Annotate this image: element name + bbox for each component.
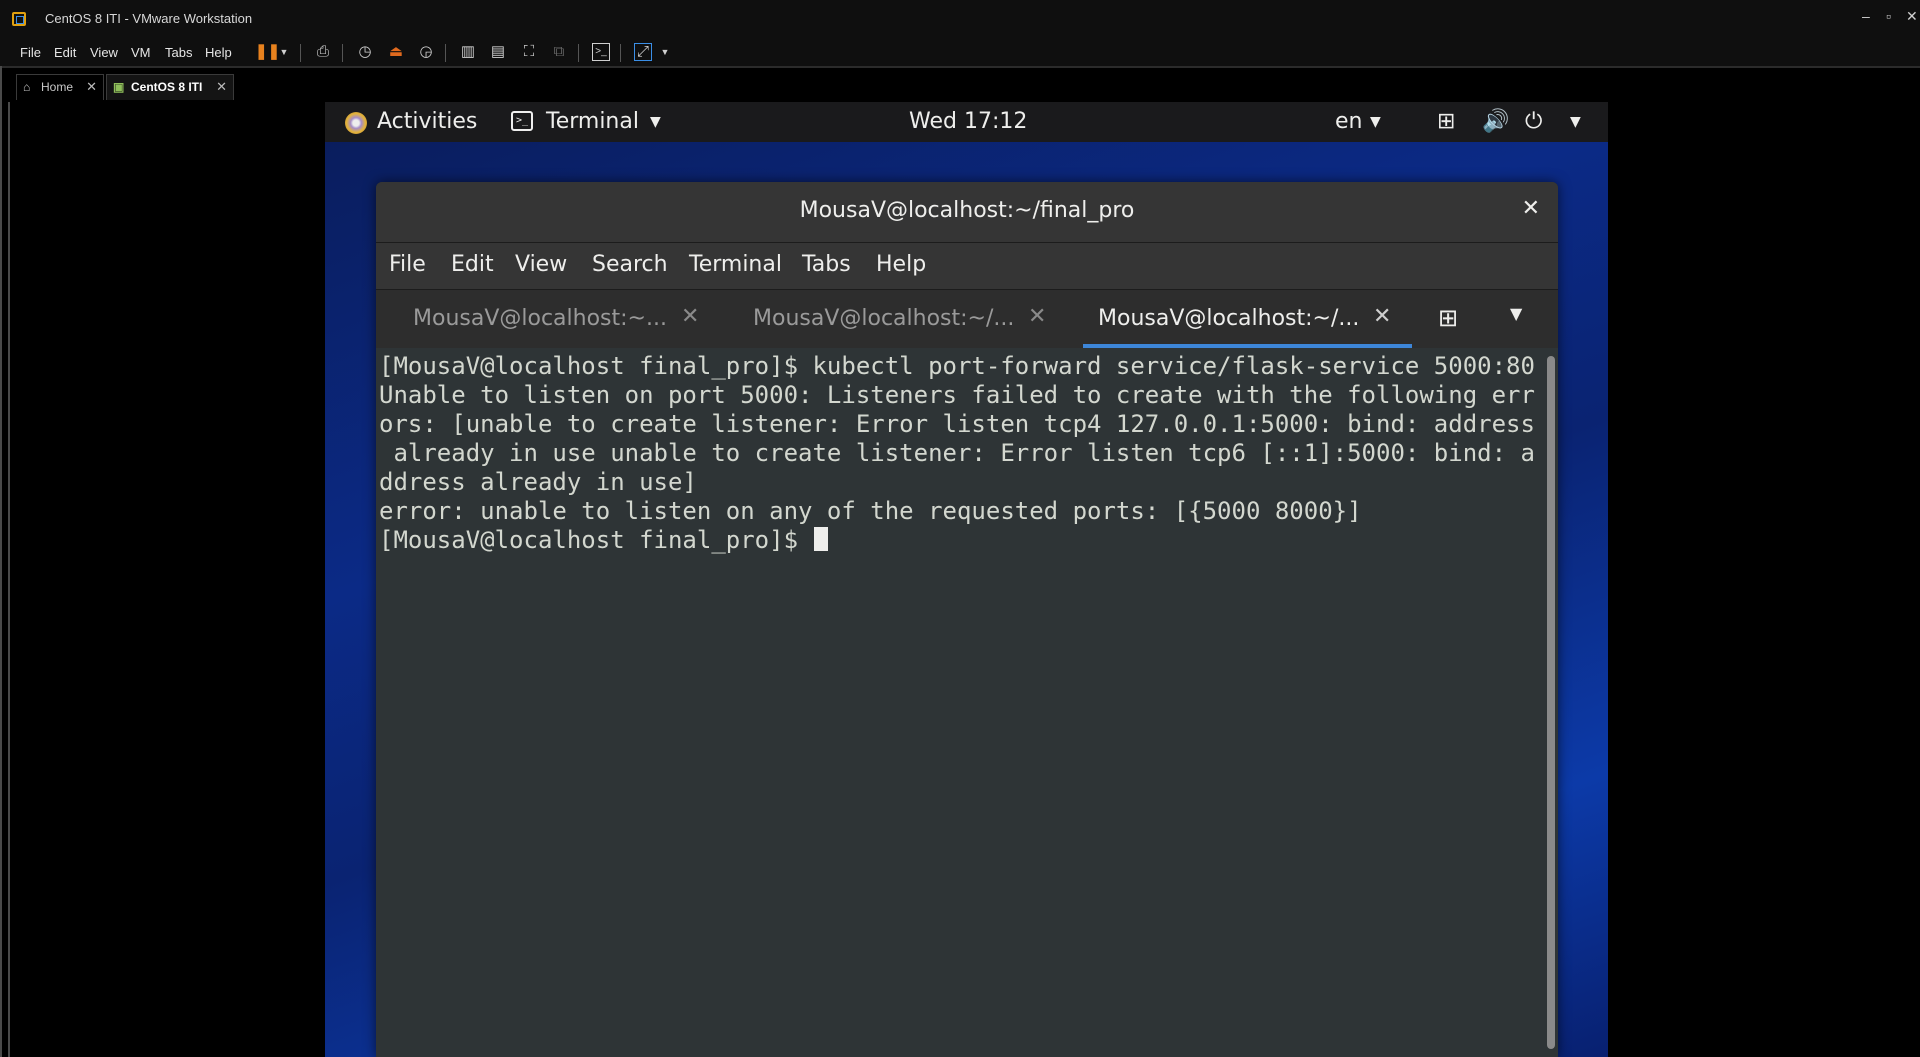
close-tab-icon[interactable]: ✕ xyxy=(681,304,699,329)
close-tab-icon[interactable]: ✕ xyxy=(216,75,227,99)
vmware-left-edge xyxy=(0,66,2,1057)
terminal-tab-3[interactable]: MousaV@localhost:~/... ✕ xyxy=(1098,290,1398,348)
guest-desktop[interactable]: Activities >_ Terminal ▼ Wed 17:12 en ▼ … xyxy=(325,102,1608,1057)
chevron-down-icon[interactable]: ▼ xyxy=(1510,304,1522,323)
terminal-menu-tabs[interactable]: Tabs xyxy=(802,252,851,277)
vmware-menu-vm[interactable]: VM xyxy=(131,45,151,60)
vmware-menu-file[interactable]: File xyxy=(20,45,41,60)
pause-dropdown-chevron-icon[interactable]: ▼ xyxy=(275,43,293,61)
scrollbar-thumb[interactable] xyxy=(1547,356,1555,1049)
toolbar-separator xyxy=(300,44,301,62)
app-menu-button[interactable]: Terminal xyxy=(546,108,639,136)
terminal-window: MousaV@localhost:~/final_pro ✕ File Edit… xyxy=(376,182,1558,1057)
stretch-dropdown-chevron-icon[interactable]: ▼ xyxy=(656,43,674,61)
send-ctrl-alt-del-icon[interactable]: ⎙ xyxy=(314,43,332,61)
terminal-tab-1[interactable]: MousaV@localhost:~... ✕ xyxy=(413,290,703,348)
chevron-down-icon[interactable]: ▼ xyxy=(1370,108,1381,136)
unity-icon[interactable]: ⧉ xyxy=(550,43,568,61)
stretch-guest-icon[interactable]: ⤢ xyxy=(634,43,652,61)
full-screen-icon[interactable]: ⛶ xyxy=(520,43,538,61)
vmware-console-edge xyxy=(8,102,10,1057)
new-tab-icon[interactable]: ⊞ xyxy=(1438,304,1470,334)
vmware-menu-tabs[interactable]: Tabs xyxy=(165,45,192,60)
close-tab-icon[interactable]: ✕ xyxy=(1028,304,1046,329)
terminal-app-icon: >_ xyxy=(511,111,533,131)
vmware-app-icon xyxy=(12,12,26,26)
terminal-line: error: unable to listen on any of the re… xyxy=(379,497,1362,525)
toolbar-separator xyxy=(620,44,621,62)
terminal-tab-label: MousaV@localhost:~/... xyxy=(1098,306,1360,331)
close-tab-icon[interactable]: ✕ xyxy=(86,75,97,99)
snapshot-icon[interactable]: ◷ xyxy=(356,43,374,61)
toolbar-separator xyxy=(342,44,343,62)
terminal-menu-bar: File Edit View Search Terminal Tabs Help xyxy=(376,243,1558,289)
vmware-title-bar: CentOS 8 ITI - VMware Workstation – ▫ ✕ xyxy=(0,0,1920,38)
terminal-menu-terminal[interactable]: Terminal xyxy=(689,252,782,277)
terminal-line: already in use unable to create listener… xyxy=(379,439,1535,467)
terminal-line: ors: [unable to create listener: Error l… xyxy=(379,410,1535,438)
clock[interactable]: Wed 17:12 xyxy=(909,108,1027,136)
terminal-tab-2[interactable]: MousaV@localhost:~/... ✕ xyxy=(753,290,1053,348)
activities-icon[interactable] xyxy=(345,112,367,134)
volume-icon[interactable]: 🔊 xyxy=(1482,108,1509,136)
text-cursor xyxy=(814,527,829,551)
terminal-tab-label: MousaV@localhost:~/... xyxy=(753,306,1015,331)
terminal-tab-label: MousaV@localhost:~... xyxy=(413,306,667,331)
power-icon[interactable]: ⏻ xyxy=(1525,108,1542,136)
terminal-content-area[interactable]: [MousaV@localhost final_pro]$ kubectl po… xyxy=(376,348,1544,1057)
gnome-top-bar: Activities >_ Terminal ▼ Wed 17:12 en ▼ … xyxy=(325,102,1608,142)
pause-icon[interactable]: ❚❚ xyxy=(255,43,280,61)
vmware-tab-bar: ⌂ Home ✕ ▣ CentOS 8 ITI ✕ xyxy=(10,72,1920,102)
network-icon[interactable]: ⊞ xyxy=(1437,108,1455,136)
thumbnail-bar-icon[interactable]: ▤ xyxy=(489,43,507,61)
snapshot-manager-icon[interactable]: ◶ xyxy=(417,43,435,61)
terminal-menu-edit[interactable]: Edit xyxy=(451,252,494,277)
chevron-down-icon[interactable]: ▼ xyxy=(1570,108,1581,136)
vmware-menu-edit[interactable]: Edit xyxy=(54,45,76,60)
terminal-line: [MousaV@localhost final_pro]$ kubectl po… xyxy=(379,352,1535,380)
vmware-menu-bar: File Edit View VM Tabs Help ❚❚ ▼ ⎙ ◷ ⏏ ◶… xyxy=(0,38,1920,66)
close-tab-icon[interactable]: ✕ xyxy=(1373,304,1391,329)
language-indicator[interactable]: en xyxy=(1335,108,1362,136)
terminal-scrollbar[interactable] xyxy=(1544,348,1558,1057)
vmware-tab-label: Home xyxy=(41,80,74,94)
vmware-tab-label: CentOS 8 ITI xyxy=(131,80,203,94)
terminal-menu-file[interactable]: File xyxy=(389,252,426,277)
terminal-tab-bar: MousaV@localhost:~... ✕ MousaV@localhost… xyxy=(376,289,1558,349)
revert-snapshot-icon[interactable]: ⏏ xyxy=(387,43,405,61)
restore-button[interactable]: ▫ xyxy=(1886,8,1891,24)
console-view-icon[interactable]: >_ xyxy=(592,43,610,61)
toolbar-separator xyxy=(445,44,446,62)
terminal-menu-search[interactable]: Search xyxy=(592,252,668,277)
terminal-header-bar: MousaV@localhost:~/final_pro ✕ xyxy=(376,182,1558,243)
close-window-button[interactable]: ✕ xyxy=(1906,8,1918,25)
close-icon[interactable]: ✕ xyxy=(1522,196,1540,221)
terminal-line: ddress already in use] xyxy=(379,468,697,496)
terminal-output[interactable]: [MousaV@localhost final_pro]$ kubectl po… xyxy=(379,352,1539,555)
home-icon: ⌂ xyxy=(23,80,31,94)
chevron-down-icon[interactable]: ▼ xyxy=(650,108,661,136)
terminal-prompt: [MousaV@localhost final_pro]$ xyxy=(379,526,813,554)
toolbar-separator xyxy=(578,44,579,62)
terminal-menu-view[interactable]: View xyxy=(515,252,567,277)
vmware-window-title: CentOS 8 ITI - VMware Workstation xyxy=(45,11,253,26)
vmware-menu-help[interactable]: Help xyxy=(205,45,232,60)
terminal-line: Unable to listen on port 5000: Listeners… xyxy=(379,381,1535,409)
activities-button[interactable]: Activities xyxy=(377,108,477,136)
vmware-tab-centos[interactable]: ▣ CentOS 8 ITI ✕ xyxy=(106,74,234,100)
terminal-menu-help[interactable]: Help xyxy=(876,252,926,277)
show-library-icon[interactable]: ▥ xyxy=(459,43,477,61)
vmware-divider xyxy=(0,66,1920,68)
vmware-menu-view[interactable]: View xyxy=(90,45,118,60)
minimize-button[interactable]: – xyxy=(1862,8,1870,24)
terminal-window-title: MousaV@localhost:~/final_pro xyxy=(799,198,1135,223)
vm-icon: ▣ xyxy=(113,80,125,94)
vmware-tab-home[interactable]: ⌂ Home ✕ xyxy=(16,74,104,100)
